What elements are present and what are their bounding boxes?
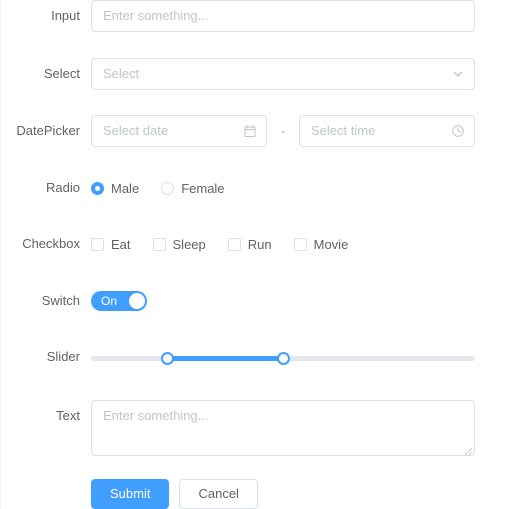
- checkbox-option-sleep[interactable]: Sleep: [152, 236, 206, 252]
- form-label-checkbox: Checkbox: [22, 236, 80, 251]
- range-slider[interactable]: [91, 341, 475, 373]
- form-label-datepicker: DatePicker: [16, 123, 80, 138]
- form-control-slider: [91, 341, 505, 373]
- switch-toggle[interactable]: On: [91, 291, 147, 311]
- calendar-icon[interactable]: [243, 124, 257, 138]
- form-panel: Input Enter something... Select Select D…: [0, 0, 505, 509]
- textarea-placeholder: Enter something...: [103, 408, 209, 423]
- form-label-switch: Switch: [41, 293, 80, 308]
- form-label-select: Select: [43, 66, 80, 81]
- radio-option-male[interactable]: Male: [91, 181, 139, 196]
- checkbox-option-label: Movie: [313, 236, 349, 252]
- form-label-slider: Slider: [46, 349, 80, 364]
- input-placeholder: Enter something...: [103, 8, 209, 23]
- form-control-actions: Submit Cancel: [91, 479, 505, 509]
- submit-button[interactable]: Submit: [91, 479, 170, 509]
- slider-selected-range: [167, 356, 283, 361]
- form-row-actions: Submit Cancel: [1, 479, 505, 509]
- checkbox-option-label: Sleep: [172, 236, 206, 252]
- checkbox-indicator-icon[interactable]: [293, 237, 307, 251]
- checkbox-indicator-icon[interactable]: [227, 237, 241, 251]
- select-field[interactable]: Select: [91, 58, 475, 90]
- radio-indicator-icon[interactable]: [161, 181, 175, 195]
- form-row-switch: Switch On: [1, 285, 505, 317]
- form-control-radio: Male Female: [91, 172, 505, 204]
- form-label-radio: Radio: [46, 180, 80, 195]
- form-row-checkbox: Checkbox Eat Sleep Run Movie: [1, 228, 505, 260]
- action-buttons: Submit Cancel: [91, 479, 505, 509]
- form-row-radio: Radio Male Female: [1, 172, 505, 204]
- form-control-select: Select: [91, 58, 505, 90]
- form-row-textarea: Text Enter something...: [1, 400, 505, 456]
- textarea-field[interactable]: Enter something...: [91, 400, 475, 456]
- checkbox-option-label: Eat: [111, 236, 131, 252]
- radio-option-label: Female: [181, 180, 225, 196]
- form-label-input: Input: [51, 8, 80, 23]
- form-row-select: Select Select: [1, 58, 505, 90]
- resize-handle-icon[interactable]: [461, 442, 473, 455]
- input-field[interactable]: Enter something...: [91, 0, 475, 32]
- slider-handle-start[interactable]: [161, 352, 175, 365]
- select-placeholder: Select: [103, 66, 140, 81]
- form-control-checkbox: Eat Sleep Run Movie: [91, 228, 505, 260]
- checkbox-option-label: Run: [247, 236, 272, 252]
- date-field[interactable]: Select date: [91, 115, 267, 147]
- radio-option-label: Male: [111, 180, 140, 196]
- slider-handle-end[interactable]: [276, 352, 290, 365]
- checkbox-indicator-icon[interactable]: [152, 237, 166, 251]
- checkbox-option-movie[interactable]: Movie: [293, 236, 349, 252]
- date-time-range: Select date - Select time: [91, 115, 505, 147]
- form-control-datepicker: Select date - Select time: [91, 115, 505, 147]
- checkbox-indicator-icon[interactable]: [91, 237, 104, 251]
- chevron-down-icon[interactable]: [451, 67, 465, 81]
- form-control-input: Enter something...: [91, 0, 505, 32]
- time-field[interactable]: Select time: [299, 115, 475, 147]
- date-placeholder: Select date: [103, 123, 169, 138]
- range-separator: -: [281, 124, 285, 138]
- switch-knob[interactable]: [129, 293, 145, 309]
- cancel-button[interactable]: Cancel: [179, 479, 258, 509]
- switch-state-label: On: [101, 294, 118, 308]
- form-row-input: Input Enter something...: [1, 0, 505, 32]
- radio-group: Male Female: [91, 172, 505, 204]
- clock-icon[interactable]: [451, 124, 465, 138]
- time-placeholder: Select time: [311, 123, 376, 138]
- form-control-textarea: Enter something...: [91, 400, 505, 456]
- form-control-switch: On: [91, 285, 505, 316]
- checkbox-option-run[interactable]: Run: [227, 236, 272, 252]
- form-row-datepicker: DatePicker Select date - Select time: [1, 115, 505, 147]
- form-row-slider: Slider: [1, 341, 505, 373]
- checkbox-option-eat[interactable]: Eat: [91, 237, 131, 252]
- radio-indicator-icon[interactable]: [91, 181, 104, 195]
- radio-option-female[interactable]: Female: [161, 180, 225, 196]
- form-label-textarea: Text: [56, 408, 80, 423]
- checkbox-group: Eat Sleep Run Movie: [91, 228, 505, 260]
